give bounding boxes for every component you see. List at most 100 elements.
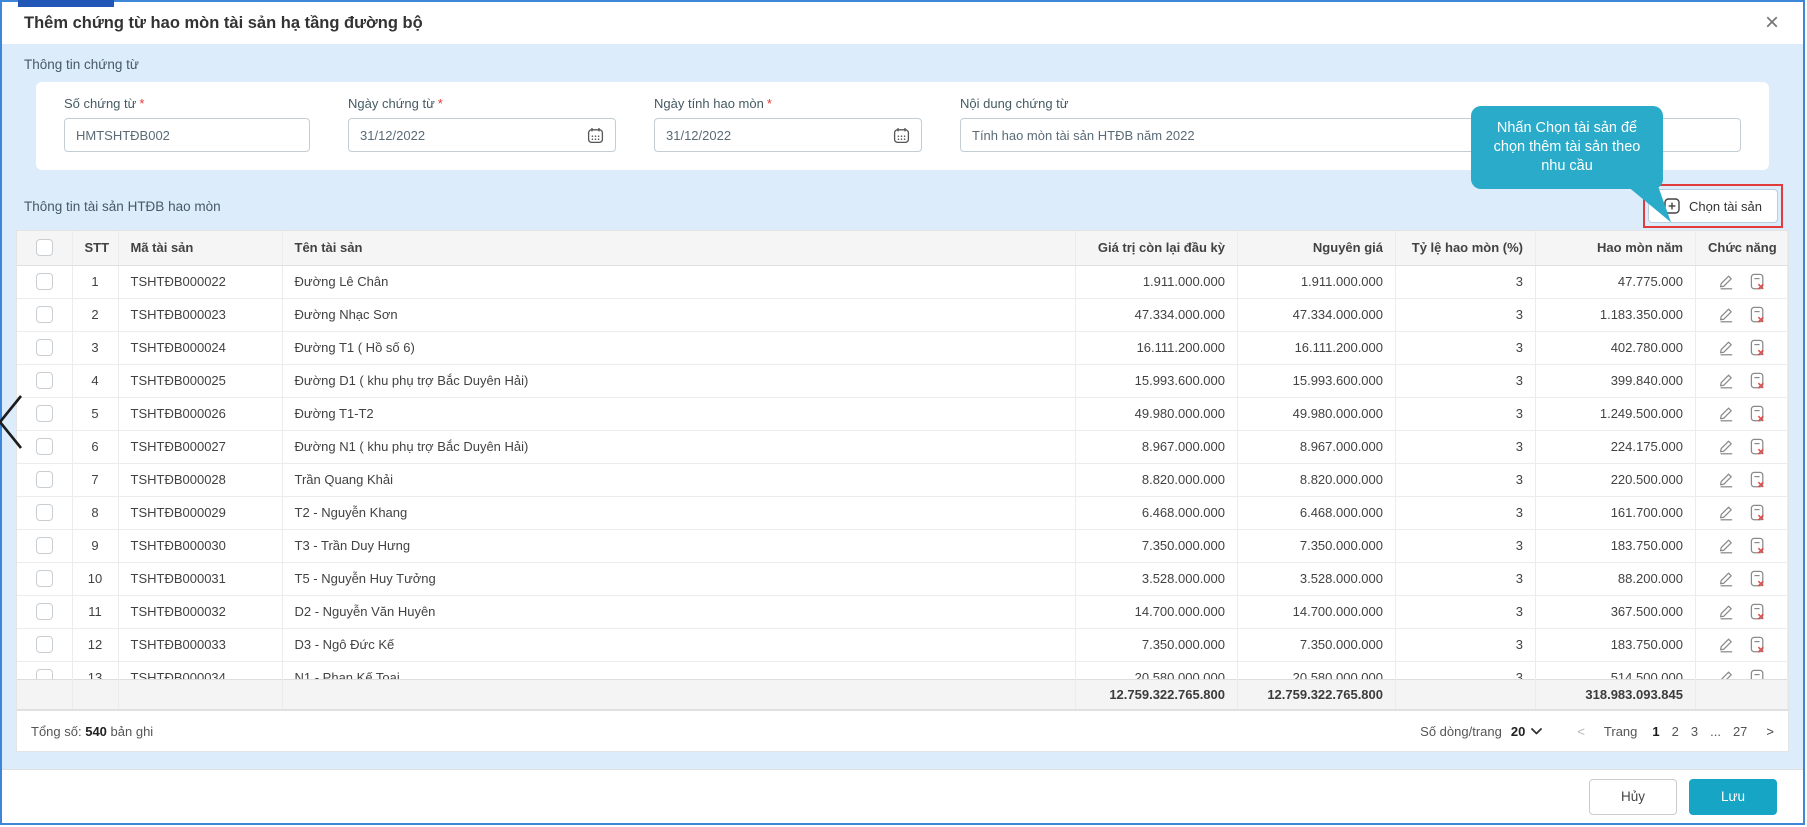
rows-per-page-select[interactable]: 20 bbox=[1511, 724, 1542, 739]
row-checkbox[interactable] bbox=[36, 570, 53, 587]
original-cost: 7.350.000.000 bbox=[1238, 529, 1396, 562]
table-row: 6TSHTĐB000027Đường N1 ( khu phụ trợ Bắc … bbox=[17, 430, 1788, 463]
edit-row-icon[interactable] bbox=[1718, 537, 1735, 554]
original-cost: 6.468.000.000 bbox=[1238, 496, 1396, 529]
edit-row-icon[interactable] bbox=[1718, 570, 1735, 587]
remove-row-icon[interactable] bbox=[1748, 537, 1766, 555]
voucher-date-label: Ngày chứng từ bbox=[348, 96, 435, 111]
depreciation-date-field-group: Ngày tính hao mòn* bbox=[654, 96, 922, 152]
asset-name: Đường Nhạc Sơn bbox=[282, 298, 1076, 331]
assets-table-scroll-area[interactable]: STT Mã tài sản Tên tài sản Giá trị còn l… bbox=[17, 231, 1788, 679]
close-icon[interactable]: × bbox=[1765, 11, 1779, 35]
dialog-title: Thêm chứng từ hao mòn tài sản hạ tầng đư… bbox=[24, 14, 423, 33]
calendar-icon[interactable] bbox=[587, 127, 604, 144]
voucher-number-input[interactable] bbox=[76, 128, 298, 143]
remaining-value: 15.993.600.000 bbox=[1076, 364, 1238, 397]
row-checkbox[interactable] bbox=[36, 669, 53, 679]
header-remaining-value: Giá trị còn lại đầu kỳ bbox=[1076, 231, 1238, 265]
depreciation-rate: 3 bbox=[1396, 331, 1536, 364]
header-asset-code: Mã tài sản bbox=[118, 231, 282, 265]
asset-code: TSHTĐB000034 bbox=[118, 661, 282, 679]
page-number-button[interactable]: 1 bbox=[1650, 724, 1661, 739]
row-checkbox[interactable] bbox=[36, 636, 53, 653]
remaining-value: 8.967.000.000 bbox=[1076, 430, 1238, 463]
next-page-button[interactable]: > bbox=[1766, 724, 1774, 739]
row-checkbox[interactable] bbox=[36, 306, 53, 323]
row-checkbox[interactable] bbox=[36, 405, 53, 422]
edit-row-icon[interactable] bbox=[1718, 504, 1735, 521]
prev-page-button[interactable]: < bbox=[1577, 724, 1585, 739]
remove-row-icon[interactable] bbox=[1748, 570, 1766, 588]
page-number-button[interactable]: 2 bbox=[1670, 724, 1681, 739]
voucher-date-input[interactable] bbox=[360, 128, 579, 143]
required-asterisk: * bbox=[438, 96, 443, 111]
remove-row-icon[interactable] bbox=[1748, 471, 1766, 489]
remove-row-icon[interactable] bbox=[1748, 504, 1766, 522]
chevron-down-icon bbox=[1531, 728, 1542, 735]
remaining-value: 7.350.000.000 bbox=[1076, 628, 1238, 661]
voucher-number-field-group: Số chứng từ* bbox=[64, 96, 310, 152]
row-checkbox[interactable] bbox=[36, 273, 53, 290]
calendar-icon[interactable] bbox=[893, 127, 910, 144]
remove-row-icon[interactable] bbox=[1748, 438, 1766, 456]
table-row: 3TSHTĐB000024Đường T1 ( Hồ số 6)16.111.2… bbox=[17, 331, 1788, 364]
row-checkbox[interactable] bbox=[36, 504, 53, 521]
table-row: 11TSHTĐB000032D2 - Nguyễn Văn Huyên14.70… bbox=[17, 595, 1788, 628]
table-row: 13TSHTĐB000034N1 - Phan Kế Toại20.580.00… bbox=[17, 661, 1788, 679]
row-checkbox[interactable] bbox=[36, 537, 53, 554]
depreciation-rate: 3 bbox=[1396, 463, 1536, 496]
edit-row-icon[interactable] bbox=[1718, 669, 1735, 679]
remove-row-icon[interactable] bbox=[1748, 669, 1766, 680]
remaining-value: 14.700.000.000 bbox=[1076, 595, 1238, 628]
header-asset-name: Tên tài sản bbox=[282, 231, 1076, 265]
remaining-value: 7.350.000.000 bbox=[1076, 529, 1238, 562]
row-stt: 3 bbox=[72, 331, 118, 364]
header-original-cost: Nguyên giá bbox=[1238, 231, 1396, 265]
remove-row-icon[interactable] bbox=[1748, 273, 1766, 291]
yearly-depreciation: 47.775.000 bbox=[1536, 265, 1696, 298]
asset-name: D2 - Nguyễn Văn Huyên bbox=[282, 595, 1076, 628]
page-number-button[interactable]: 27 bbox=[1731, 724, 1749, 739]
remove-row-icon[interactable] bbox=[1748, 306, 1766, 324]
remove-row-icon[interactable] bbox=[1748, 636, 1766, 654]
original-cost: 49.980.000.000 bbox=[1238, 397, 1396, 430]
edit-row-icon[interactable] bbox=[1718, 339, 1735, 356]
edit-row-icon[interactable] bbox=[1718, 636, 1735, 653]
remove-row-icon[interactable] bbox=[1748, 405, 1766, 423]
dialog-header: Thêm chứng từ hao mòn tài sản hạ tầng đư… bbox=[2, 2, 1803, 44]
row-checkbox[interactable] bbox=[36, 603, 53, 620]
asset-code: TSHTĐB000031 bbox=[118, 562, 282, 595]
yearly-depreciation: 367.500.000 bbox=[1536, 595, 1696, 628]
row-checkbox[interactable] bbox=[36, 438, 53, 455]
depreciation-date-input[interactable] bbox=[666, 128, 885, 143]
row-stt: 9 bbox=[72, 529, 118, 562]
remove-row-icon[interactable] bbox=[1748, 339, 1766, 357]
yearly-depreciation: 399.840.000 bbox=[1536, 364, 1696, 397]
row-checkbox[interactable] bbox=[36, 471, 53, 488]
edit-row-icon[interactable] bbox=[1718, 273, 1735, 290]
cancel-button[interactable]: Hủy bbox=[1589, 779, 1677, 815]
page-number-button[interactable]: 3 bbox=[1689, 724, 1700, 739]
row-checkbox[interactable] bbox=[36, 372, 53, 389]
yearly-depreciation: 1.249.500.000 bbox=[1536, 397, 1696, 430]
asset-name: Trần Quang Khải bbox=[282, 463, 1076, 496]
remaining-value: 47.334.000.000 bbox=[1076, 298, 1238, 331]
edit-row-icon[interactable] bbox=[1718, 306, 1735, 323]
edit-row-icon[interactable] bbox=[1718, 405, 1735, 422]
asset-code: TSHTĐB000027 bbox=[118, 430, 282, 463]
row-checkbox[interactable] bbox=[36, 339, 53, 356]
asset-code: TSHTĐB000033 bbox=[118, 628, 282, 661]
records-count-suffix: bản ghi bbox=[111, 724, 154, 739]
asset-name: T5 - Nguyễn Huy Tưởng bbox=[282, 562, 1076, 595]
original-cost: 14.700.000.000 bbox=[1238, 595, 1396, 628]
remove-row-icon[interactable] bbox=[1748, 603, 1766, 621]
remove-row-icon[interactable] bbox=[1748, 372, 1766, 390]
save-button[interactable]: Lưu bbox=[1689, 779, 1777, 815]
select-all-checkbox[interactable] bbox=[36, 239, 53, 256]
edit-row-icon[interactable] bbox=[1718, 372, 1735, 389]
row-stt: 12 bbox=[72, 628, 118, 661]
original-cost: 1.911.000.000 bbox=[1238, 265, 1396, 298]
edit-row-icon[interactable] bbox=[1718, 438, 1735, 455]
edit-row-icon[interactable] bbox=[1718, 603, 1735, 620]
edit-row-icon[interactable] bbox=[1718, 471, 1735, 488]
